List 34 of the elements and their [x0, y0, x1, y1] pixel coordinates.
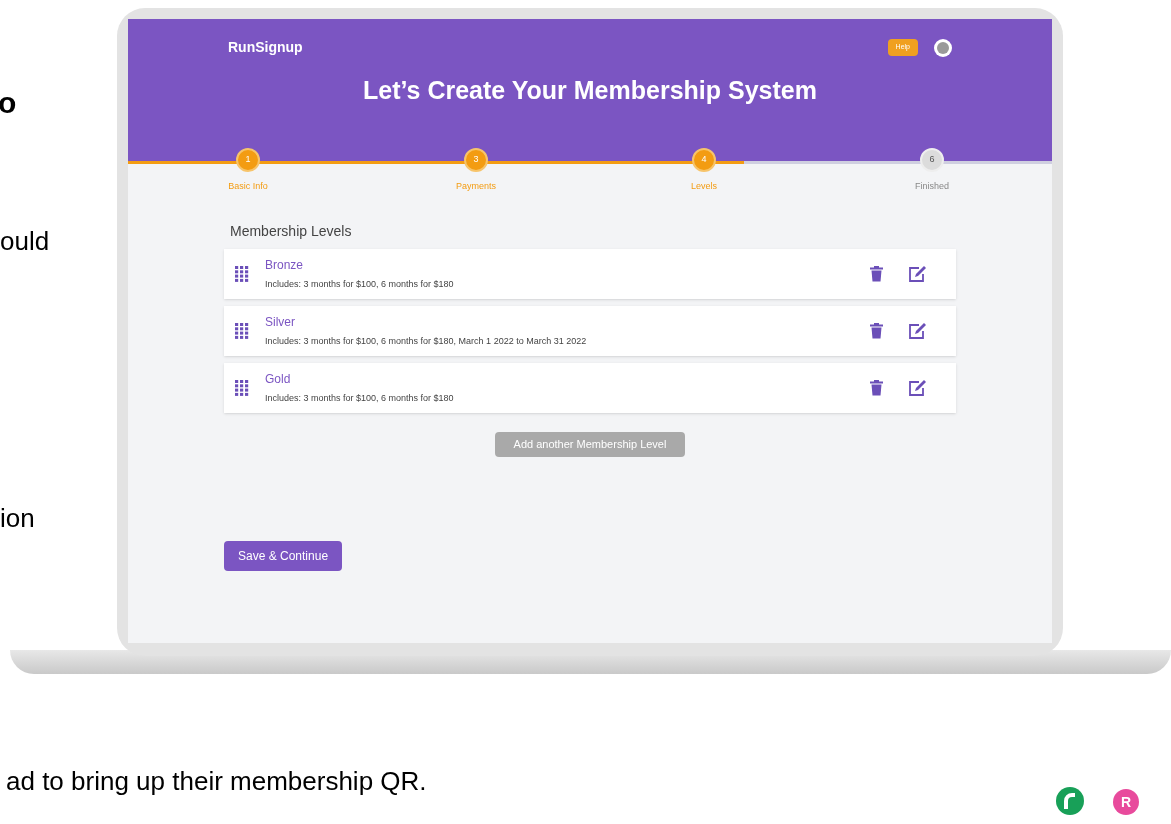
- r-badge: R: [1113, 789, 1139, 815]
- trash-icon[interactable]: [870, 323, 883, 339]
- logo-icon: [1056, 787, 1084, 815]
- edit-icon[interactable]: [908, 379, 927, 397]
- edit-icon[interactable]: [908, 322, 927, 340]
- page-title: Let’s Create Your Membership System: [362, 75, 818, 106]
- edit-icon[interactable]: [908, 265, 927, 283]
- step-number: 4: [692, 148, 716, 172]
- slide-text: ould: [0, 228, 50, 254]
- step-label: Levels: [691, 180, 717, 193]
- save-continue-button[interactable]: Save & Continue: [224, 541, 343, 571]
- logo: RunSignup: [228, 38, 303, 57]
- avatar-icon[interactable]: [934, 38, 952, 57]
- section-title: Membership Levels: [230, 222, 353, 241]
- level-description: Includes: 3 months for $100, 6 months for $180, March 1 2022 to March 31 2022: [265, 335, 588, 349]
- trash-icon[interactable]: [870, 380, 883, 396]
- level-description: Includes: 3 months for $100, 6 months for $180: [265, 392, 455, 406]
- level-description: Includes: 3 months for $100, 6 months for $180: [265, 278, 455, 292]
- step-number: 3: [464, 148, 488, 172]
- drag-handle-icon[interactable]: [235, 323, 249, 339]
- slide-text: o: [0, 88, 17, 118]
- level-name[interactable]: Bronze: [265, 256, 854, 275]
- drag-handle-icon[interactable]: [235, 380, 249, 396]
- step-label: Finished: [915, 180, 949, 193]
- step-number: 1: [236, 148, 260, 172]
- step-number: 6: [920, 148, 944, 172]
- drag-handle-icon[interactable]: [235, 266, 249, 282]
- level-name[interactable]: Silver: [265, 313, 854, 332]
- trash-icon[interactable]: [870, 266, 883, 282]
- level-name[interactable]: Gold: [265, 370, 854, 389]
- slide-text: ad to bring up their membership QR.: [6, 768, 427, 794]
- step-label: Payments: [456, 180, 496, 193]
- step-label: Basic Info: [228, 180, 268, 193]
- slide-text: ion: [0, 505, 35, 531]
